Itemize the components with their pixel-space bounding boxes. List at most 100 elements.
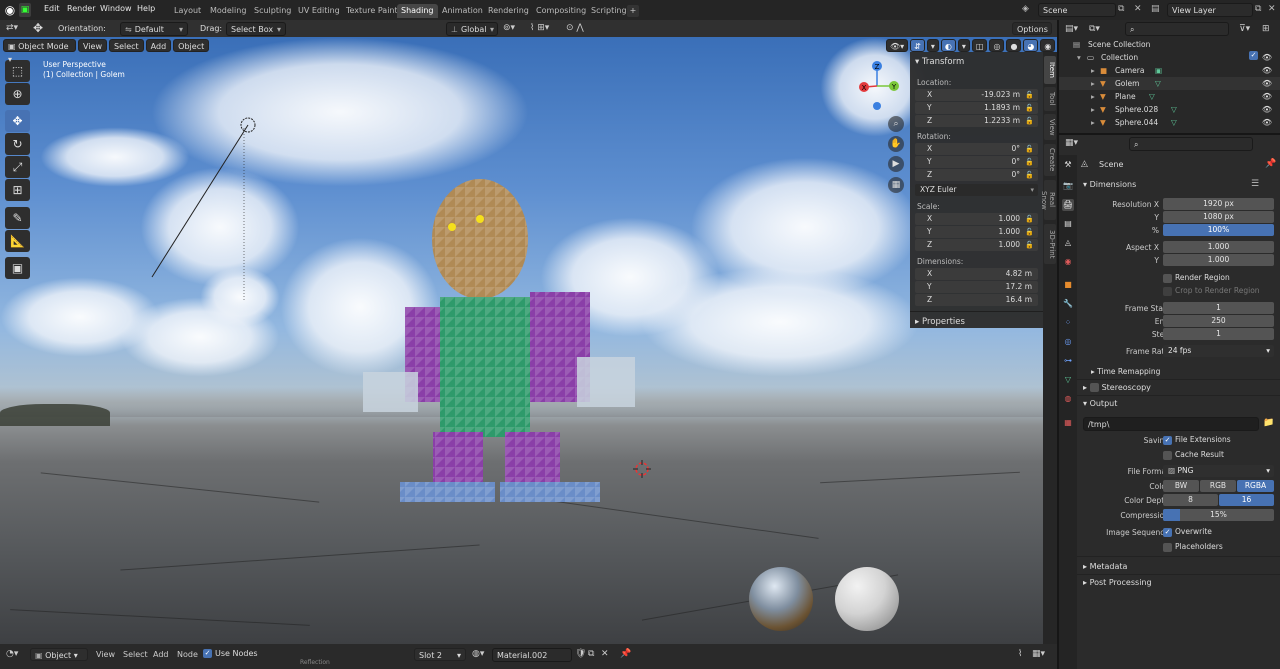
camera-view-icon[interactable]: ▶ [888,156,904,172]
slot-dropdown[interactable]: Slot 2 ▾ [414,648,466,661]
shader-type-dropdown[interactable]: ▣ Object ▾ [30,648,88,661]
modifier-tab-icon[interactable]: 🔧 [1062,298,1074,310]
menu-select[interactable]: Select [123,650,148,659]
scene-tab-icon[interactable]: ◬ [1062,237,1074,249]
frame-end-field[interactable]: 250 [1163,315,1274,327]
solid-shading-icon[interactable]: ● [1006,39,1022,52]
outliner-collection[interactable]: ▾ ▭ Collection ✓ 👁 [1059,51,1280,64]
lock-icon[interactable]: 🔓 [1025,213,1034,225]
zoom-icon[interactable]: ⌕ [888,116,904,132]
outliner-item-golem[interactable]: ▸ ▼ Golem ▽ 👁 [1059,77,1280,90]
output-section-header[interactable]: ▾ Output [1083,399,1117,408]
add-workspace-button[interactable]: + [627,5,639,17]
tab-3d-print[interactable]: 3D-Print [1044,224,1056,264]
rotate-tool-icon[interactable]: ↻ [5,133,30,155]
location-z-field[interactable]: Z 1.2233 m 🔓 [915,115,1038,127]
outliner-editor-icon[interactable]: ▤▾ [1065,24,1078,34]
particles-tab-icon[interactable]: ⁘ [1062,317,1074,329]
dimensions-section-header[interactable]: ▾ Dimensions [1083,180,1136,189]
proportional-edit-icon[interactable]: ⊙ ⋀ [566,23,584,33]
outliner-scene-collection[interactable]: ▤ Scene Collection [1059,38,1280,51]
file-format-dropdown[interactable]: ▨ PNG ▾ [1163,465,1274,477]
rotation-mode-dropdown[interactable]: XYZ Euler ▾ [915,184,1038,196]
time-remapping-subpanel[interactable]: ▸ Time Remapping [1091,367,1160,376]
menu-add[interactable]: Add [153,650,169,659]
output-tab-icon[interactable]: 🖨 [1062,199,1074,211]
menu-add[interactable]: Add [145,39,172,52]
color-depth-16-button[interactable]: 16 [1219,494,1274,506]
tab-sculpting[interactable]: Sculpting [250,4,295,18]
texture-tab-icon[interactable]: ▦ [1062,417,1074,429]
frame-start-field[interactable]: 1 [1163,302,1274,314]
scene-field[interactable]: Scene [1038,3,1116,17]
3d-cursor-icon[interactable] [633,460,651,478]
eye-icon[interactable]: 👁 [1262,116,1272,129]
light-object[interactable] [140,112,270,322]
rotation-y-field[interactable]: Y 0° 🔓 [915,156,1038,168]
dimensions-z-field[interactable]: Z 16.4 m [915,294,1038,306]
checkbox-icon[interactable]: ✓ [1249,51,1258,60]
output-path-input[interactable]: /tmp\ [1083,417,1259,431]
menu-edit[interactable]: Edit [44,4,60,13]
new-view-layer-icon[interactable]: ⧉ [1255,4,1261,14]
color-depth-8-button[interactable]: 8 [1163,494,1218,506]
unlink-icon[interactable]: ✕ [601,649,609,659]
pin-icon[interactable]: 📌 [620,649,631,659]
metadata-section-header[interactable]: ▸ Metadata [1083,562,1127,571]
dimensions-y-field[interactable]: Y 17.2 m [915,281,1038,293]
tab-real-snow[interactable]: Real Snow [1040,180,1056,220]
filter-icon[interactable]: ⊽▾ [1239,24,1250,34]
tool-settings-icon[interactable]: ⇄▾ [6,23,18,33]
tool-tab-icon[interactable]: ⚒ [1062,159,1074,171]
folder-icon[interactable]: 📁 [1263,418,1274,428]
scene-browse-icon[interactable]: ◈ [1022,4,1034,17]
view-layer-field[interactable]: View Layer [1167,3,1253,17]
material-browse-icon[interactable]: ◍▾ [472,649,484,659]
eye-icon[interactable]: 👁 [1262,103,1272,116]
pivot-point-icon[interactable]: ⊚▾ [503,23,515,33]
delete-scene-icon[interactable]: ✕ [1134,4,1142,14]
golem-object[interactable] [355,177,645,502]
eye-icon[interactable]: 👁 [1262,64,1272,77]
tab-rendering[interactable]: Rendering [484,4,533,18]
add-cube-tool-icon[interactable]: ▣ [5,257,30,279]
orientation-dropdown[interactable]: ⇋ Default ▾ [120,22,188,36]
drag-dropdown[interactable]: Select Box ▾ [226,22,286,36]
editor-type-icon[interactable]: ▣ [19,3,31,17]
annotate-tool-icon[interactable]: ✎ [5,207,30,229]
rotation-z-field[interactable]: Z 0° 🔓 [915,169,1038,181]
editor-type-icon[interactable]: ◔▾ [6,649,18,659]
lock-icon[interactable]: 🔓 [1025,89,1034,101]
placeholders-checkbox[interactable]: Placeholders [1163,542,1223,552]
menu-select[interactable]: Select [108,39,144,52]
gizmo-toggle-icon[interactable]: ⇵ [910,39,925,52]
lock-icon[interactable]: 🔓 [1025,102,1034,114]
aspect-x-field[interactable]: 1.000 [1163,241,1274,253]
lock-icon[interactable]: 🔓 [1025,115,1034,127]
object-mode-dropdown[interactable]: ▣ Object Mode ▾ [3,39,76,64]
color-bw-button[interactable]: BW [1163,480,1199,492]
location-y-field[interactable]: Y 1.1893 m 🔓 [915,102,1038,114]
lock-icon[interactable]: 🔓 [1025,169,1034,181]
outliner-item-plane[interactable]: ▸ ▼ Plane ▽ 👁 [1059,90,1280,103]
file-extensions-checkbox[interactable]: ✓ File Extensions [1163,435,1231,445]
outliner-item-sphere-044[interactable]: ▸ ▼ Sphere.044 ▽ 👁 [1059,116,1280,129]
dimensions-x-field[interactable]: X 4.82 m [915,268,1038,280]
duplicate-icon[interactable]: ⧉ [588,649,594,659]
cursor-tool-icon[interactable]: ⊕ [5,83,30,105]
material-preview-shading-icon[interactable]: ◕ [1023,39,1039,52]
menu-view[interactable]: View [96,650,115,659]
material-name-field[interactable]: Material.002 [492,648,572,662]
tab-view[interactable]: View [1044,114,1056,140]
properties-panel-header[interactable]: ▸ Properties [915,317,965,327]
pin-icon[interactable]: 📌 [1265,159,1276,169]
3d-viewport[interactable]: User Perspective (1) Collection | Golem … [0,37,1057,644]
tab-compositing[interactable]: Compositing [532,4,590,18]
menu-node[interactable]: Node [177,650,198,659]
location-x-field[interactable]: X -19.023 m 🔓 [915,89,1038,101]
properties-search-input[interactable]: ⌕ [1129,137,1253,151]
tab-item[interactable]: Item [1044,56,1056,84]
tab-animation[interactable]: Animation [438,4,487,18]
properties-editor-icon[interactable]: ▦▾ [1065,138,1078,148]
constraints-tab-icon[interactable]: ⊶ [1062,355,1074,367]
